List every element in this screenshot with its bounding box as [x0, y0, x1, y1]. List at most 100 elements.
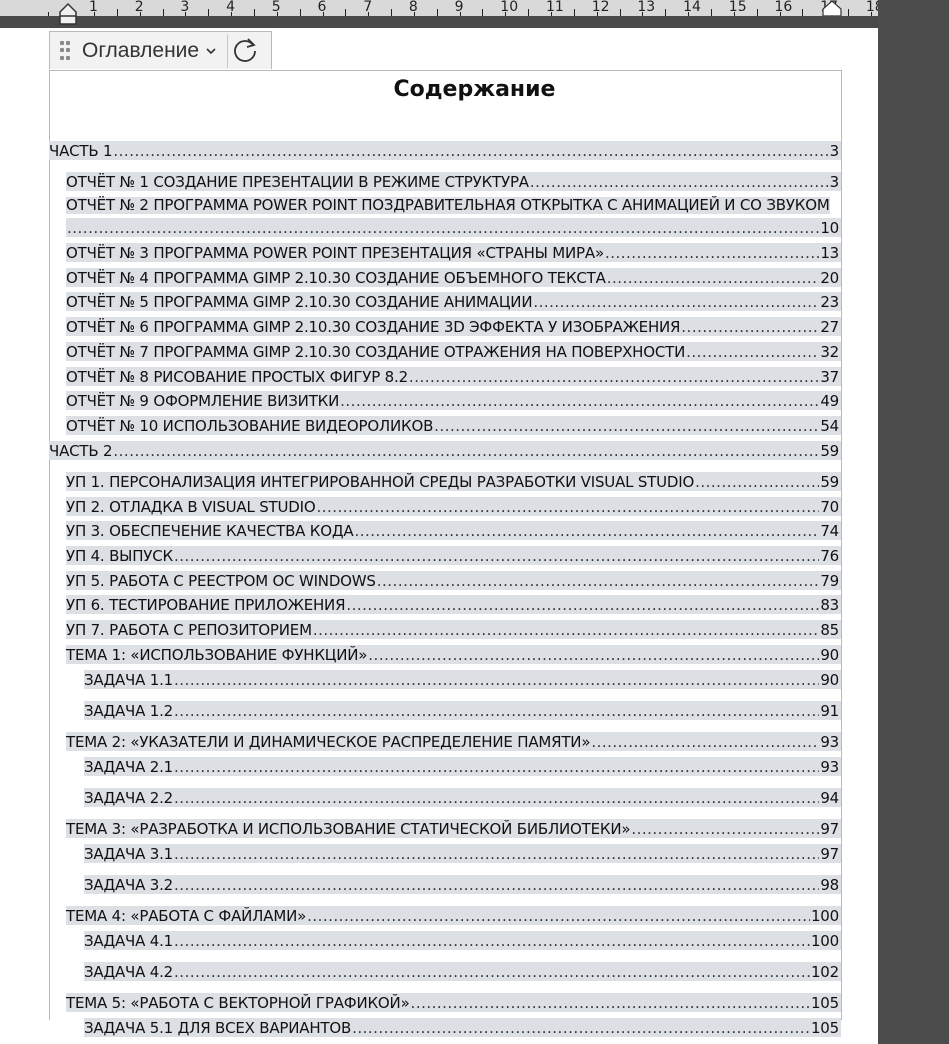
toc-entry[interactable]: ТЕМА 5: «РАБОТА С ВЕКТОРНОЙ ГРАФИКОЙ» 105 — [66, 993, 841, 1012]
toc-entry[interactable]: ЗАДАЧА 5.1 ДЛЯ ВСЕХ ВАРИАНТОВ 105 — [84, 1018, 841, 1037]
ruler-bottom-band — [0, 16, 878, 28]
toc-entry-page: 90 — [820, 671, 839, 689]
toc-leader-dots — [530, 174, 829, 191]
left-indent-marker-icon[interactable] — [58, 2, 78, 26]
toc-entry-page: 102 — [810, 963, 839, 981]
toc-leader-dots — [354, 523, 819, 540]
toc-entry-text: ЗАДАЧА 4.2 — [84, 963, 174, 981]
toc-entry-page: 23 — [820, 293, 839, 311]
toc-entry-text: УП 7. РАБОТА С РЕПОЗИТОРИЕМ — [66, 621, 312, 639]
ruler-number: 18 — [865, 0, 878, 15]
toc-entry[interactable]: УП 4. ВЫПУСК 76 — [66, 546, 841, 565]
toc-leader-dots — [346, 597, 819, 614]
toc-leader-dots — [377, 573, 820, 590]
toc-entry[interactable]: ЗАДАЧА 2.2 94 — [84, 788, 841, 807]
toc-entry-text: УП 2. ОТЛАДКА В VISUAL STUDIO — [66, 498, 316, 516]
toc-leader-dots — [316, 499, 819, 516]
toc-entry-page: 93 — [820, 758, 839, 776]
toc-entry-page: 94 — [820, 789, 839, 807]
toc-entry-page: 105 — [810, 1019, 839, 1037]
toc-entry-text: ЧАСТЬ 2 — [49, 442, 113, 460]
ruler-tick — [162, 9, 164, 16]
toc-leader-dots — [607, 270, 820, 287]
toc-entry[interactable]: ТЕМА 2: «УКАЗАТЕЛИ И ДИНАМИЧЕСКОЕ РАСПРЕ… — [66, 732, 841, 751]
toc-entry[interactable]: ОТЧЁТ № 1 СОЗДАНИЕ ПРЕЗЕНТАЦИИ В РЕЖИМЕ … — [66, 172, 841, 191]
toc-entry[interactable]: ЗАДАЧА 3.2 98 — [84, 875, 841, 894]
toc-entry[interactable]: УП 6. ТЕСТИРОВАНИЕ ПРИЛОЖЕНИЯ 83 — [66, 595, 841, 614]
toc-leader-dots — [686, 344, 819, 361]
toc-entry[interactable]: ОТЧЁТ № 7 ПРОГРАММА GIMP 2.10.30 СОЗДАНИ… — [66, 342, 841, 361]
toc-entry-leader-line[interactable]: 10 — [66, 218, 841, 237]
toc-leader-dots — [368, 647, 819, 664]
toc-entry-text: УП 6. ТЕСТИРОВАНИЕ ПРИЛОЖЕНИЯ — [66, 596, 346, 614]
ruler-scale: 123456789101112131415161718 — [0, 0, 878, 16]
toc-leader-dots — [591, 734, 819, 751]
toc-leader-dots — [174, 548, 819, 565]
toc-leader-dots — [533, 294, 819, 311]
right-indent-marker-icon[interactable] — [821, 0, 843, 16]
ruler-number: 11 — [546, 0, 564, 15]
toc-entry-text: ЗАДАЧА 2.1 — [84, 758, 174, 776]
toc-entry[interactable]: УП 1. ПЕРСОНАЛИЗАЦИЯ ИНТЕГРИРОВАННОЙ СРЕ… — [66, 472, 841, 491]
drag-handle-icon[interactable] — [60, 40, 70, 61]
toc-entry[interactable]: ОТЧЁТ № 9 ОФОРМЛЕНИЕ ВИЗИТКИ 49 — [66, 391, 841, 410]
toc-entry[interactable]: ОТЧЁТ № 6 ПРОГРАММА GIMP 2.10.30 СОЗДАНИ… — [66, 317, 841, 336]
refresh-icon — [234, 37, 256, 62]
toc-entry[interactable]: ТЕМА 3: «РАЗРАБОТКА И ИСПОЛЬЗОВАНИЕ СТАТ… — [66, 819, 841, 838]
toc-entry-text: УП 5. РАБОТА С РЕЕСТРОМ ОС WINDOWS — [66, 572, 376, 590]
toc-entry-text: ОТЧЁТ № 2 ПРОГРАММА POWER POINT ПОЗДРАВИ… — [66, 196, 830, 214]
toc-title: Содержание — [393, 77, 556, 102]
toc-entry-page: 27 — [820, 318, 839, 336]
ruler-number: 13 — [637, 0, 656, 15]
toc-entry-page: 74 — [820, 522, 839, 540]
toc-entry-page: 20 — [820, 269, 839, 287]
toc-entry[interactable]: ОТЧЁТ № 5 ПРОГРАММА GIMP 2.10.30 СОЗДАНИ… — [66, 292, 841, 311]
ruler-tick — [665, 9, 667, 16]
toc-entry-page: 97 — [820, 820, 839, 838]
toc-control-label[interactable]: Оглавление — [82, 39, 199, 63]
toc-entry-page: 76 — [820, 547, 839, 565]
toc-entry-page: 90 — [820, 646, 839, 664]
toc-entry-text: ЧАСТЬ 1 — [49, 142, 113, 160]
toc-entry[interactable]: ЗАДАЧА 4.1 100 — [84, 931, 841, 950]
toc-entry[interactable]: ЗАДАЧА 1.1 90 — [84, 670, 841, 689]
toc-entry[interactable]: УП 5. РАБОТА С РЕЕСТРОМ ОС WINDOWS 79 — [66, 571, 841, 590]
toc-entry-page: 70 — [820, 498, 839, 516]
horizontal-ruler[interactable]: 123456789101112131415161718 — [0, 0, 878, 17]
toc-entry-text: ТЕМА 2: «УКАЗАТЕЛИ И ДИНАМИЧЕСКОЕ РАСПРЕ… — [66, 733, 591, 751]
toc-entry[interactable]: ЗАДАЧА 3.1 97 — [84, 844, 841, 863]
toc-entry-page: 105 — [810, 994, 839, 1012]
ruler-number: 5 — [271, 0, 281, 15]
chevron-down-icon[interactable] — [205, 46, 217, 56]
toc-entry[interactable]: ТЕМА 4: «РАБОТА С ФАЙЛАМИ» 100 — [66, 906, 841, 925]
toc-leader-dots — [67, 220, 819, 237]
toc-entry[interactable]: УП 2. ОТЛАДКА В VISUAL STUDIO 70 — [66, 497, 841, 516]
ruler-tick — [710, 9, 712, 16]
toc-entry[interactable]: ЗАДАЧА 2.1 93 — [84, 757, 841, 776]
toc-entry-page: 91 — [820, 702, 839, 720]
toc-entry[interactable]: ОТЧЁТ № 8 РИСОВАНИЕ ПРОСТЫХ ФИГУР 8.2 37 — [66, 367, 841, 386]
toc-entry[interactable]: УП 3. ОБЕСПЕЧЕНИЕ КАЧЕСТВА КОДА 74 — [66, 521, 841, 540]
toc-entry[interactable]: ОТЧЁТ № 10 ИСПОЛЬЗОВАНИЕ ВИДЕОРОЛИКОВ 54 — [66, 416, 841, 435]
toc-entry[interactable]: ЧАСТЬ 2 59 — [49, 441, 841, 460]
ruler-number: 6 — [317, 0, 327, 15]
toc-entry-page: 13 — [820, 244, 839, 262]
ruler-tick — [848, 9, 850, 16]
ruler-number: 3 — [180, 0, 190, 15]
ruler-tick — [528, 9, 530, 16]
toc-leader-dots — [174, 846, 819, 863]
toc-entry-text: ЗАДАЧА 5.1 ДЛЯ ВСЕХ ВАРИАНТОВ — [84, 1019, 352, 1037]
toc-entry[interactable]: ЗАДАЧА 4.2 102 — [84, 962, 841, 981]
toc-entry[interactable]: ЗАДАЧА 1.2 91 — [84, 701, 841, 720]
toc-entry-text-line[interactable]: ОТЧЁТ № 2 ПРОГРАММА POWER POINT ПОЗДРАВИ… — [66, 195, 841, 214]
toc-entry[interactable]: ОТЧЁТ № 3 ПРОГРАММА POWER POINT ПРЕЗЕНТА… — [66, 243, 841, 262]
toc-entry[interactable]: ОТЧЁТ № 4 ПРОГРАММА GIMP 2.10.30 СОЗДАНИ… — [66, 268, 841, 287]
toc-entry-text: ОТЧЁТ № 3 ПРОГРАММА POWER POINT ПРЕЗЕНТА… — [66, 244, 604, 262]
toc-entry[interactable]: УП 7. РАБОТА С РЕПОЗИТОРИЕМ 85 — [66, 620, 841, 639]
toc-entry-page: 98 — [820, 876, 839, 894]
toc-entry[interactable]: ТЕМА 1: «ИСПОЛЬЗОВАНИЕ ФУНКЦИЙ» 90 — [66, 645, 841, 664]
refresh-toc-button[interactable] — [227, 33, 262, 68]
ruler-number: 7 — [363, 0, 373, 15]
toc-entry[interactable]: ЧАСТЬ 1 3 — [49, 141, 841, 160]
toc-leader-dots — [174, 877, 819, 894]
